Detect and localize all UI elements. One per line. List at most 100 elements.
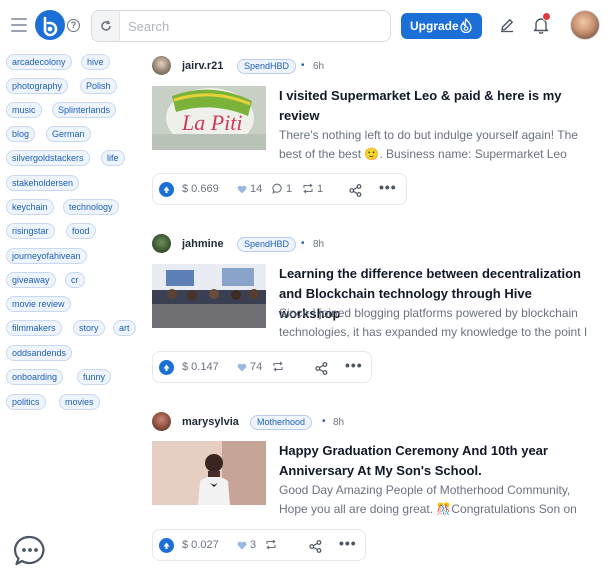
post-excerpt[interactable]: There's nothing left to do but indulge y… xyxy=(279,126,589,164)
upvote-button[interactable] xyxy=(159,360,174,375)
logo[interactable] xyxy=(35,10,65,40)
refresh-button[interactable] xyxy=(92,11,120,41)
share-button[interactable] xyxy=(315,360,331,378)
tag-keychain[interactable]: keychain xyxy=(6,199,54,215)
notifications-button[interactable] xyxy=(533,12,551,34)
tag-movie-review[interactable]: movie review xyxy=(6,296,71,312)
fire-icon xyxy=(460,18,472,33)
search-input[interactable] xyxy=(122,11,386,41)
reblog-button[interactable] xyxy=(272,361,287,373)
share-button[interactable] xyxy=(349,182,365,200)
votes-value: 3 xyxy=(250,539,257,551)
tag-cr[interactable]: cr xyxy=(65,272,85,288)
upvote-button[interactable] xyxy=(159,182,174,197)
tag-politics[interactable]: politics xyxy=(6,394,46,410)
tag-hive[interactable]: hive xyxy=(81,54,110,70)
tag-silvergoldstackers[interactable]: silvergoldstackers xyxy=(6,150,90,166)
pencil-icon[interactable] xyxy=(499,17,515,33)
tag-german[interactable]: German xyxy=(46,126,91,142)
post-time: 8h xyxy=(313,239,325,250)
tag-risingstar[interactable]: risingstar xyxy=(6,223,55,239)
upvote-button[interactable] xyxy=(159,538,174,553)
post-header: jahmine SpendHBD • 8h xyxy=(151,234,596,254)
tag-blog[interactable]: blog xyxy=(6,126,36,142)
tag-filmmakers[interactable]: filmmakers xyxy=(6,320,62,336)
post-title[interactable]: Happy Graduation Ceremony And 10th year … xyxy=(279,441,589,481)
post-excerpt[interactable]: Good Day Amazing People of Motherhood Co… xyxy=(279,481,589,519)
payout-value[interactable]: $ 0.669 xyxy=(182,183,219,195)
tag-journeyofahivean[interactable]: journeyofahivean xyxy=(6,248,87,264)
reblog-button[interactable] xyxy=(265,539,280,551)
upgrade-label: Upgrade xyxy=(410,19,459,33)
author-avatar[interactable] xyxy=(152,412,171,431)
payout-value[interactable]: $ 0.147 xyxy=(182,361,219,373)
post-thumbnail[interactable]: La Piti xyxy=(152,86,266,150)
post-thumbnail[interactable] xyxy=(152,264,266,328)
more-options-button[interactable]: ••• xyxy=(339,535,357,551)
user-avatar[interactable] xyxy=(570,10,600,40)
search-box xyxy=(91,10,391,42)
tag-story[interactable]: story xyxy=(73,320,105,336)
votes-count[interactable]: 14 xyxy=(237,183,262,195)
tag-funny[interactable]: funny xyxy=(77,369,112,385)
post-excerpt[interactable]: Since I joined blogging platforms powere… xyxy=(279,304,589,342)
post-thumbnail[interactable] xyxy=(152,441,266,505)
tag-giveaway[interactable]: giveaway xyxy=(6,272,56,288)
help-icon[interactable]: ? xyxy=(67,19,80,32)
reblog-icon xyxy=(266,539,276,550)
votes-count[interactable]: 74 xyxy=(237,361,262,373)
more-options-button[interactable]: ••• xyxy=(345,357,363,373)
post-actions: $ 0.669 14 1 1 ••• xyxy=(152,173,407,205)
tag-oddsandends[interactable]: oddsandends xyxy=(6,345,73,361)
payout-value[interactable]: $ 0.027 xyxy=(182,539,219,551)
heart-icon xyxy=(237,363,247,372)
tag-photography[interactable]: photography xyxy=(6,78,69,94)
tag-art[interactable]: art xyxy=(113,320,136,336)
author-avatar[interactable] xyxy=(152,56,171,75)
separator-dot: • xyxy=(301,60,305,71)
upgrade-button[interactable]: Upgrade xyxy=(401,13,482,39)
community-badge[interactable]: SpendHBD xyxy=(237,59,297,74)
reblog-button[interactable]: 1 xyxy=(302,183,323,195)
chat-button[interactable] xyxy=(13,534,47,568)
tag-technology[interactable]: technology xyxy=(63,199,119,215)
tag-music[interactable]: music xyxy=(6,102,42,118)
author-avatar[interactable] xyxy=(152,234,171,253)
community-badge[interactable]: SpendHBD xyxy=(237,237,297,252)
upvote-icon xyxy=(163,542,170,549)
author-name[interactable]: marysylvia xyxy=(182,416,239,428)
tag-splinterlands[interactable]: Splinterlands xyxy=(52,102,117,118)
share-button[interactable] xyxy=(309,538,325,556)
separator-dot: • xyxy=(322,416,326,427)
notification-badge xyxy=(542,12,551,21)
tag-stakeholdersen[interactable]: stakeholdersen xyxy=(6,175,80,191)
svg-text:La Piti: La Piti xyxy=(181,110,243,135)
community-badge[interactable]: Motherhood xyxy=(250,415,313,430)
tag-polish[interactable]: Polish xyxy=(80,78,117,94)
tag-life[interactable]: life xyxy=(101,150,125,166)
post-time: 8h xyxy=(333,417,345,428)
post-title[interactable]: I visited Supermarket Leo & paid & here … xyxy=(279,86,589,126)
tag-movies[interactable]: movies xyxy=(59,394,100,410)
post-actions: $ 0.147 74 ••• xyxy=(152,351,372,383)
upvote-icon xyxy=(163,364,170,371)
author-name[interactable]: jairv.r21 xyxy=(182,60,223,72)
post-time: 6h xyxy=(313,61,325,72)
reblog-icon xyxy=(273,361,283,372)
share-icon xyxy=(349,184,362,197)
votes-count[interactable]: 3 xyxy=(237,539,256,551)
comment-icon xyxy=(272,183,282,194)
author-name[interactable]: jahmine xyxy=(182,238,224,250)
more-options-button[interactable]: ••• xyxy=(379,179,397,195)
votes-value: 14 xyxy=(250,183,263,195)
tag-arcadecolony[interactable]: arcadecolony xyxy=(6,54,72,70)
menu-icon[interactable] xyxy=(11,18,27,32)
reblog-value: 1 xyxy=(317,183,324,195)
post-actions: $ 0.027 3 ••• xyxy=(152,529,366,561)
chat-icon xyxy=(14,535,45,566)
upvote-icon xyxy=(163,186,170,193)
comments-count[interactable]: 1 xyxy=(272,183,292,195)
tag-onboarding[interactable]: onboarding xyxy=(6,369,64,385)
reblog-icon xyxy=(303,183,313,194)
tag-food[interactable]: food xyxy=(66,223,96,239)
